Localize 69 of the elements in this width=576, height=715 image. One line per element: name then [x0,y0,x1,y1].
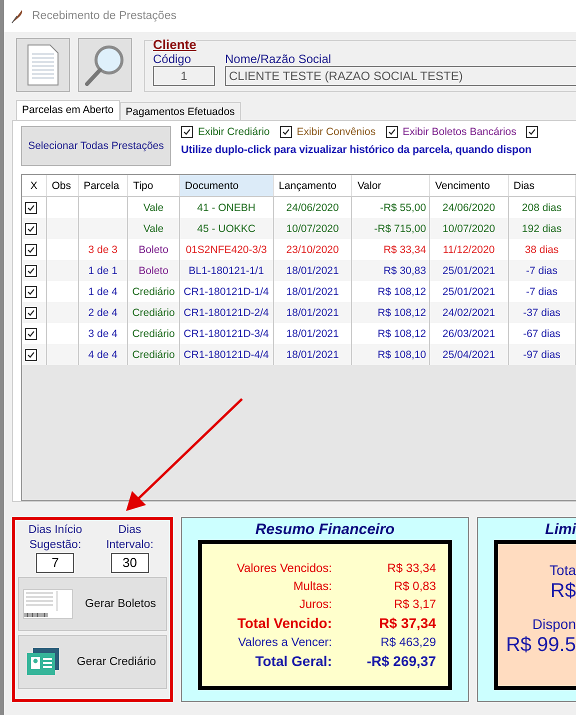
select-all-button[interactable]: Selecionar Todas Prestações [21,126,171,166]
interval-days-field[interactable]: 30 [110,553,149,573]
checkbox[interactable] [386,126,398,138]
table-cell: -97 dias [508,344,576,365]
new-document-button[interactable] [16,38,70,92]
column-header[interactable]: Dias [508,175,576,196]
search-button[interactable] [78,38,132,92]
checkbox[interactable] [25,286,37,298]
summary-value: R$ 3,17 [392,597,436,611]
checkbox[interactable] [25,202,37,214]
filter-label: Exibir Boletos Bancários [402,126,516,138]
name-field[interactable]: CLIENTE TESTE (RAZAO SOCIAL TESTE) [225,66,576,86]
code-field[interactable]: 1 [153,66,215,86]
column-header[interactable]: Vencimento [430,175,508,196]
window-title: Recebimento de Prestações [32,10,176,22]
summary-label: Valores Vencidos: [236,561,332,575]
checkbox[interactable] [25,328,37,340]
summary-label: Total Vencido: [236,615,332,631]
generate-button[interactable]: Gerar Crediário [18,635,167,689]
start-days-label: Dias Início Sugestão: [27,523,84,553]
column-header[interactable]: Valor [352,175,430,196]
filter-label: Exibir Convênios [296,126,376,138]
table-cell: CR1-180121D-4/4 [179,344,274,365]
summary-value: R$ 463,29 [380,635,436,649]
checkbox[interactable] [25,264,37,276]
summary-label: Multas: [292,579,332,593]
tab[interactable]: Parcelas em Aberto [16,100,120,121]
checkbox[interactable] [25,222,37,234]
limit-title: Limi [545,520,576,540]
column-header[interactable]: Obs [46,175,78,196]
filter-label: Exibir Crediário [198,126,270,138]
column-header[interactable]: Parcela [78,175,128,196]
name-label: Nome/Razão Social [225,52,332,66]
limit-text: R$ [550,579,576,603]
column-header[interactable]: Lançamento [273,175,352,196]
bank-slip-icon [23,589,73,619]
column-header[interactable]: Tipo [128,175,180,196]
summary-title: Resumo Financeiro [255,520,395,540]
tab[interactable]: Pagamentos Efetuados [120,102,241,121]
checkbox[interactable] [25,306,37,318]
summary-value: R$ 37,34 [378,615,436,631]
column-header[interactable]: Documento [179,175,274,196]
summary-label: Valores a Vencer: [237,635,332,649]
checkbox[interactable] [25,244,37,256]
limit-text: R$ 99.5 [506,633,576,657]
checkbox[interactable] [280,126,292,138]
summary-value: R$ 0,83 [392,579,436,593]
checkbox[interactable] [181,126,193,138]
limit-text: Dispon [532,615,576,633]
column-header[interactable]: X [22,175,46,196]
checkbox[interactable] [526,126,538,138]
start-days-field[interactable]: 7 [36,553,74,573]
summary-label: Juros: [298,597,332,611]
summary-label: Total Geral: [254,653,332,669]
code-label: Código [153,52,192,66]
hint-text: Utilize duplo-click para vizualizar histórico da parcela, quando dispon [181,144,532,156]
table-cell: Crediário [128,344,180,365]
interval-days-label: Dias Intervalo: [105,523,154,553]
table-cell: R$ 108,10 [352,344,430,365]
limit-text: Tota [550,561,576,579]
summary-value: -R$ 269,37 [366,653,436,669]
checkbox[interactable] [25,348,37,360]
generate-button[interactable]: Gerar Boletos [18,577,167,631]
client-group-title: Cliente [153,37,196,52]
table-cell: 25/04/2021 [430,344,508,365]
table-cell: 18/01/2021 [273,344,352,365]
quill-icon [10,8,24,24]
summary-value: R$ 33,34 [386,561,436,575]
table-cell: 4 de 4 [78,344,128,365]
